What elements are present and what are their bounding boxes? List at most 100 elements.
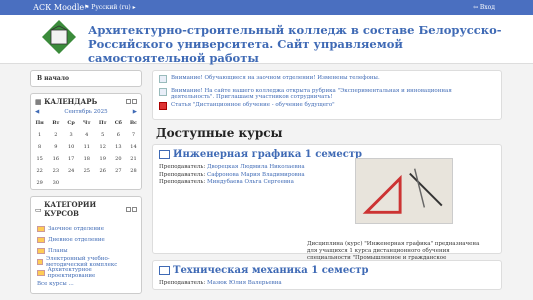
categories-title: КАТЕГОРИИ КУРСОВ: [44, 200, 97, 218]
weekday-label: Пн: [35, 120, 44, 126]
calendar-day[interactable]: 17: [63, 153, 78, 165]
dock-icon[interactable]: [132, 99, 137, 104]
prev-month-icon[interactable]: ◀: [35, 109, 39, 115]
block-controls: [126, 206, 137, 212]
weekday-label: Чт: [82, 120, 91, 126]
pdf-icon: [159, 102, 167, 110]
calendar-day[interactable]: 27: [111, 165, 126, 177]
login-label: Вход: [479, 4, 495, 11]
calendar-day[interactable]: 30: [48, 177, 63, 189]
folder-icon: [37, 225, 45, 232]
language-menu[interactable]: ⚑ Русский (ru) ▸: [84, 4, 136, 11]
login-link[interactable]: ⇦ Вход: [473, 4, 495, 11]
announcement-item[interactable]: Статья "Дистанционное обучение - обучени…: [159, 102, 495, 113]
calendar-day[interactable]: 11: [79, 141, 95, 153]
calendar-day[interactable]: 7: [126, 129, 141, 141]
course-card: Техническая механика 1 семестр Преподава…: [152, 260, 502, 290]
folder-icon: [37, 247, 45, 254]
sidebar: В начало ▦ КАЛЕНДАРЬ ◀ Сентябрь 2025 ▶ П…: [30, 70, 142, 300]
calendar-day[interactable]: 9: [48, 141, 63, 153]
weekday-label: Пт: [98, 120, 107, 126]
calendar-day[interactable]: 28: [126, 165, 141, 177]
category-item[interactable]: Электронный учебно-методический комплекс: [37, 256, 135, 268]
folder-icon: [37, 236, 45, 243]
minimize-icon[interactable]: [126, 99, 131, 104]
book-icon: [159, 266, 170, 275]
main-content: Внимание! Обучающиеся на заочном отделен…: [152, 70, 502, 296]
calendar-day: [63, 177, 78, 189]
calendar-day: [79, 177, 95, 189]
category-item[interactable]: Заочное отделение: [37, 223, 135, 234]
teacher-name[interactable]: Миндубаева Ольга Сергеевна: [207, 179, 294, 185]
calendar-block: ▦ КАЛЕНДАРЬ ◀ Сентябрь 2025 ▶ Пн Вт Ср Чт Пт…: [30, 93, 142, 190]
announcement-text: Внимание! На сайте нашего колледжа откры…: [171, 88, 452, 100]
calendar-day[interactable]: 4: [79, 129, 95, 141]
calendar-day[interactable]: 3: [63, 129, 78, 141]
calendar-day[interactable]: 24: [63, 165, 78, 177]
teacher-list: Преподаватель: Мазюк Юлия Валерьевна: [159, 280, 495, 288]
page-icon: [159, 88, 167, 96]
calendar-day[interactable]: 8: [31, 141, 48, 153]
brand-link[interactable]: АСК Moodle: [33, 3, 84, 12]
calendar-day[interactable]: 15: [31, 153, 48, 165]
calendar-grid: Пн Вт Ср Чт Пт Сб Вс 1 2 3 4 5 6 7 8 9 10 11 12 13 14 15 16 17…: [31, 117, 141, 189]
calendar-day[interactable]: 20: [111, 153, 126, 165]
teacher-name[interactable]: Дворецкая Людмила Николаевна: [207, 164, 305, 170]
calendar-day[interactable]: 6: [111, 129, 126, 141]
course-title-text: Инженерная графика 1 семестр: [173, 149, 363, 160]
weekday-label: Вс: [129, 120, 138, 126]
folder-icon: [37, 269, 45, 276]
category-label: Дневное отделение: [48, 236, 105, 243]
category-item[interactable]: Планы: [37, 245, 135, 256]
teacher-name[interactable]: Сафронова Мария Владимировна: [207, 172, 305, 178]
calendar-day[interactable]: 5: [95, 129, 111, 141]
category-item[interactable]: Архитектурное проектирование: [37, 267, 135, 279]
home-link[interactable]: В начало: [37, 75, 69, 82]
calendar-day[interactable]: 19: [95, 153, 111, 165]
calendar-day[interactable]: 23: [48, 165, 63, 177]
nav-block: В начало: [30, 70, 142, 87]
category-label: Заочное отделение: [48, 225, 104, 232]
calendar-day[interactable]: 26: [95, 165, 111, 177]
monitor-icon: ▭: [35, 204, 45, 214]
next-month-icon[interactable]: ▶: [133, 109, 137, 115]
categories-block: ▭ КАТЕГОРИИ КУРСОВ Заочное отделение Днев…: [30, 196, 142, 294]
dock-icon[interactable]: [132, 206, 137, 212]
book-icon: [159, 150, 170, 159]
courses-heading: Доступные курсы: [156, 126, 283, 140]
calendar-day[interactable]: 10: [63, 141, 78, 153]
category-label: Планы: [48, 247, 68, 254]
weekday-label: Вт: [52, 120, 60, 126]
folder-icon: [37, 258, 43, 265]
calendar-day[interactable]: 29: [31, 177, 48, 189]
teacher-name[interactable]: Мазюк Юлия Валерьевна: [207, 280, 282, 286]
calendar-day[interactable]: 13: [111, 141, 126, 153]
calendar-day[interactable]: 21: [126, 153, 141, 165]
announcement-text: Статья "Дистанционное обучение - обучени…: [171, 102, 335, 108]
calendar-day[interactable]: 25: [79, 165, 95, 177]
calendar-day[interactable]: 1: [31, 129, 48, 141]
announcements: Внимание! Обучающиеся на заочном отделен…: [152, 70, 502, 120]
calendar-header: ▦ КАЛЕНДАРЬ: [31, 94, 141, 109]
announcement-item[interactable]: Внимание! Обучающиеся на заочном отделен…: [159, 75, 495, 86]
calendar-day[interactable]: 2: [48, 129, 63, 141]
calendar-day[interactable]: 16: [48, 153, 63, 165]
block-controls: [126, 99, 137, 104]
teacher-label: Преподаватель:: [159, 171, 206, 178]
course-title[interactable]: Техническая механика 1 семестр: [159, 265, 495, 276]
calendar-day[interactable]: 18: [79, 153, 95, 165]
course-title-text: Техническая механика 1 семестр: [173, 265, 369, 276]
calendar-icon: ▦: [35, 97, 45, 106]
teacher-label: Преподаватель:: [159, 164, 206, 170]
calendar-day[interactable]: 12: [95, 141, 111, 153]
teacher-label: Преподаватель:: [159, 280, 206, 286]
college-logo: [42, 20, 76, 54]
calendar-day: [111, 177, 126, 189]
site-title: Архитектурно-строительный колледж в сост…: [88, 23, 502, 65]
calendar-day[interactable]: 22: [31, 165, 48, 177]
all-courses-link[interactable]: Все курсы ...: [37, 278, 135, 289]
announcement-item[interactable]: Внимание! На сайте нашего колледжа откры…: [159, 88, 495, 100]
category-item[interactable]: Дневное отделение: [37, 234, 135, 245]
calendar-day[interactable]: 14: [126, 141, 141, 153]
minimize-icon[interactable]: [126, 206, 131, 212]
